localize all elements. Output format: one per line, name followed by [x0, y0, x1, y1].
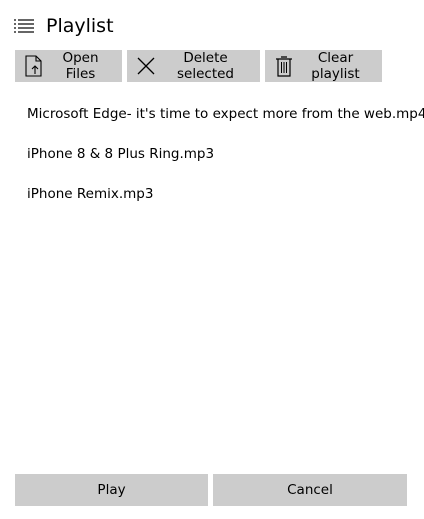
list-item-label: iPhone 8 & 8 Plus Ring.mp3	[27, 146, 215, 162]
delete-selected-button[interactable]: Delete selected	[127, 50, 260, 82]
list-item[interactable]: iPhone Remix.mp3	[15, 178, 409, 218]
dialog-actions: Play Cancel	[15, 474, 407, 506]
list-item-label: iPhone Remix.mp3	[27, 186, 154, 202]
clear-playlist-button[interactable]: Clear playlist	[265, 50, 382, 82]
list-item-label: Microsoft Edge- it's time to expect more…	[27, 106, 424, 122]
close-icon	[136, 55, 156, 77]
delete-selected-label: Delete selected	[177, 50, 234, 82]
list-item[interactable]: iPhone 8 & 8 Plus Ring.mp3	[15, 138, 409, 178]
open-files-button[interactable]: Open Files	[15, 50, 122, 82]
playlist-dialog: Playlist Open Files Delete selected Clea…	[0, 0, 424, 519]
page-title: Playlist	[46, 15, 114, 37]
clear-playlist-label: Clear playlist	[311, 50, 360, 82]
cancel-button[interactable]: Cancel	[213, 474, 407, 506]
open-files-label: Open Files	[62, 50, 99, 82]
file-open-icon	[24, 55, 44, 77]
header: Playlist	[14, 12, 114, 40]
play-button[interactable]: Play	[15, 474, 208, 506]
list-icon	[14, 18, 34, 34]
list-item[interactable]: Microsoft Edge- it's time to expect more…	[15, 98, 424, 138]
trash-icon	[274, 55, 294, 77]
playlist-list: Microsoft Edge- it's time to expect more…	[15, 98, 424, 218]
toolbar: Open Files Delete selected Clear playlis…	[15, 50, 382, 82]
